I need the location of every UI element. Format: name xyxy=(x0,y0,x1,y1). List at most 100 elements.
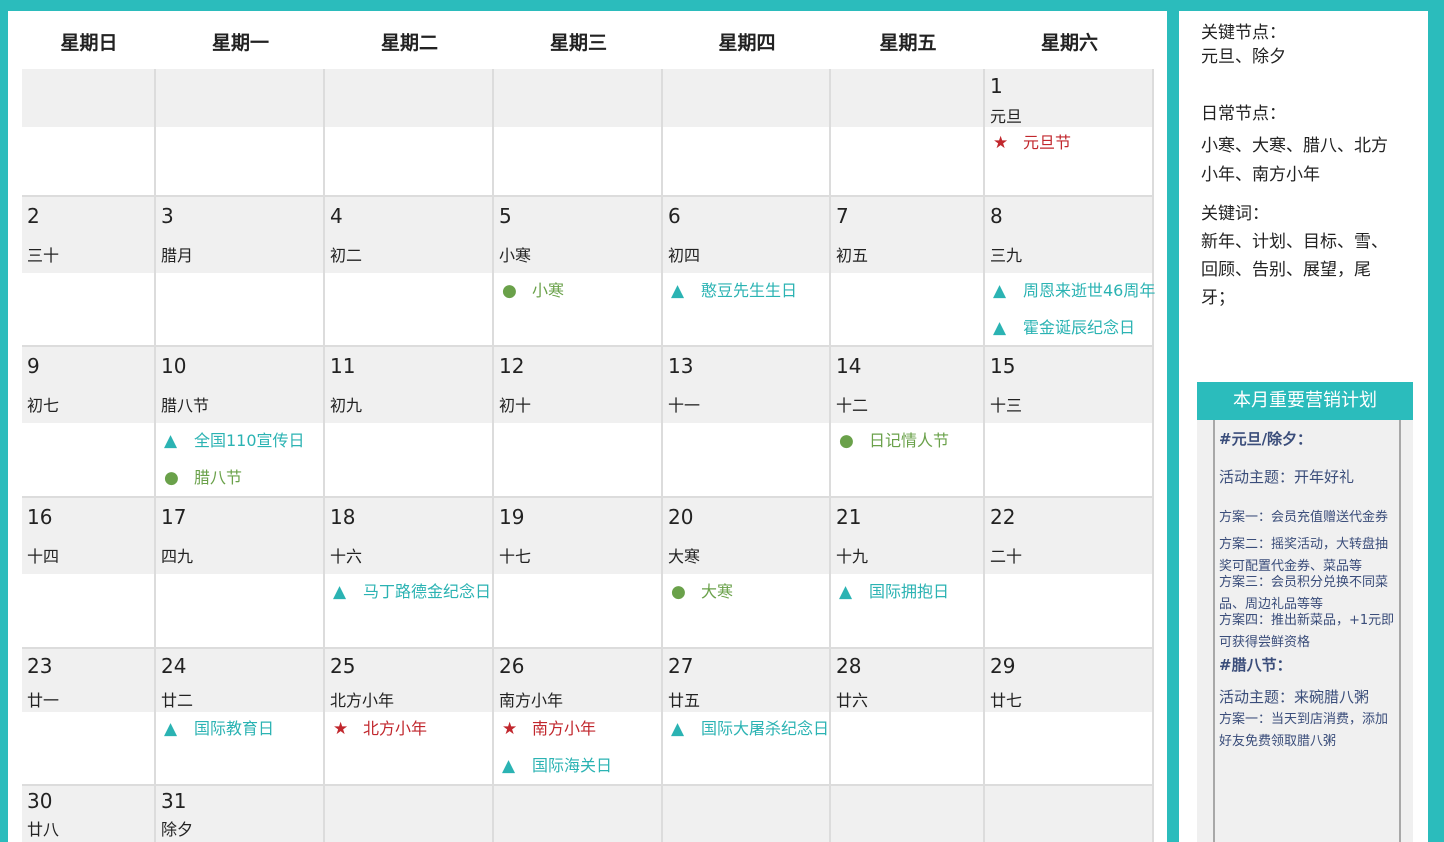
event-item[interactable]: ● 腊八节 xyxy=(164,468,242,488)
event-item[interactable]: ★ 南方小年 xyxy=(502,719,596,739)
calendar-day-cell[interactable]: 14 十二 ● 日记情人节 xyxy=(831,347,983,496)
day-number: 3 xyxy=(161,204,174,228)
calendar-day-cell[interactable]: 31 除夕 xyxy=(156,786,323,842)
calendar-day-cell[interactable]: 17 四九 xyxy=(156,498,323,647)
calendar-day-cell[interactable] xyxy=(494,69,661,195)
calendar-day-cell[interactable]: 10 腊八节 ▲ 全国110宣传日 ● 腊八节 xyxy=(156,347,323,496)
event-label: 国际海关日 xyxy=(532,756,613,775)
calendar-day-cell[interactable]: 4 初二 xyxy=(325,197,492,345)
calendar-day-cell[interactable]: 20 大寒 ● 大寒 xyxy=(663,498,829,647)
lunar-date: 十三 xyxy=(990,396,1023,415)
day-number: 8 xyxy=(990,204,1003,228)
event-item[interactable]: ★ 北方小年 xyxy=(333,719,427,739)
calendar-day-cell[interactable]: 18 十六 ▲ 马丁路德金纪念日 xyxy=(325,498,492,647)
calendar-day-cell[interactable]: 28 廿六 xyxy=(831,649,983,784)
event-item[interactable]: ▲ 国际大屠杀纪念日 xyxy=(671,719,829,739)
calendar-day-cell[interactable] xyxy=(325,786,492,842)
event-item[interactable]: ● 大寒 xyxy=(671,582,733,602)
calendar-day-cell[interactable] xyxy=(494,786,661,842)
calendar-day-cell[interactable]: 26 南方小年 ★ 南方小年 ▲ 国际海关日 xyxy=(494,649,661,784)
event-item[interactable]: ▲ 马丁路德金纪念日 xyxy=(333,582,491,602)
day-number: 7 xyxy=(836,204,849,228)
event-item[interactable]: ● 日记情人节 xyxy=(839,431,949,451)
circle-icon: ● xyxy=(164,468,179,488)
calendar-day-cell[interactable] xyxy=(22,69,154,195)
triangle-icon: ▲ xyxy=(333,582,347,602)
lunar-date: 腊月 xyxy=(161,246,194,265)
lunar-date: 十四 xyxy=(27,547,60,566)
event-label: 元旦节 xyxy=(1023,133,1072,152)
plan-heading-new-year: #元旦/除夕： xyxy=(1219,430,1313,448)
weekday-header-1: 星期一 xyxy=(211,32,269,54)
calendar-day-cell[interactable]: 23 廿一 xyxy=(22,649,154,784)
calendar-day-cell[interactable] xyxy=(831,786,983,842)
event-label: 马丁路德金纪念日 xyxy=(363,582,492,601)
event-item[interactable]: ▲ 全国110宣传日 xyxy=(164,431,305,451)
calendar-day-cell[interactable]: 15 十三 xyxy=(985,347,1152,496)
triangle-icon: ▲ xyxy=(164,719,178,739)
event-item[interactable]: ▲ 国际拥抱日 xyxy=(839,582,949,602)
calendar-day-cell[interactable]: 12 初十 xyxy=(494,347,661,496)
calendar-day-cell[interactable] xyxy=(831,69,983,195)
event-item[interactable]: ▲ 霍金诞辰纪念日 xyxy=(993,318,1135,338)
lunar-date: 初九 xyxy=(330,396,363,415)
calendar-day-cell[interactable] xyxy=(325,69,492,195)
triangle-icon: ▲ xyxy=(839,582,853,602)
calendar-day-cell[interactable]: 30 廿八 xyxy=(22,786,154,842)
day-number: 30 xyxy=(27,789,53,813)
calendar-day-cell[interactable]: 11 初九 xyxy=(325,347,492,496)
event-item[interactable]: ● 小寒 xyxy=(502,281,564,301)
day-number: 10 xyxy=(161,354,187,378)
lunar-date: 二十 xyxy=(990,547,1023,566)
lunar-date: 初五 xyxy=(836,246,869,265)
event-item[interactable]: ▲ 憨豆先生生日 xyxy=(671,281,797,301)
event-label: 大寒 xyxy=(701,582,734,601)
event-item[interactable]: ▲ 周恩来逝世46周年 xyxy=(993,281,1155,301)
calendar-day-cell[interactable]: 24 廿二 ▲ 国际教育日 xyxy=(156,649,323,784)
calendar-day-cell[interactable]: 2 三十 xyxy=(22,197,154,345)
event-item[interactable]: ▲ 国际教育日 xyxy=(164,719,274,739)
calendar-day-cell[interactable]: 25 北方小年 ★ 北方小年 xyxy=(325,649,492,784)
day-number: 9 xyxy=(27,354,40,378)
star-icon: ★ xyxy=(993,133,1009,153)
calendar-day-cell[interactable]: 6 初四 ▲ 憨豆先生生日 xyxy=(663,197,829,345)
calendar-day-cell[interactable]: 9 初七 xyxy=(22,347,154,496)
calendar-day-cell[interactable]: 13 十一 xyxy=(663,347,829,496)
calendar-day-cell[interactable]: 16 十四 xyxy=(22,498,154,647)
calendar-day-cell[interactable]: 7 初五 xyxy=(831,197,983,345)
triangle-icon: ▲ xyxy=(502,756,516,776)
calendar-day-cell[interactable]: 22 二十 xyxy=(985,498,1152,647)
plan-option-4a: 方案四：推出新菜品，+1元即 xyxy=(1219,613,1395,628)
lunar-date: 廿八 xyxy=(27,820,60,839)
circle-icon: ● xyxy=(839,431,854,451)
event-label: 霍金诞辰纪念日 xyxy=(1023,318,1136,337)
daily-nodes-line-1: 小寒、大寒、腊八、北方 xyxy=(1201,136,1388,156)
event-item[interactable]: ▲ 国际海关日 xyxy=(502,756,612,776)
lunar-date: 廿六 xyxy=(836,691,869,710)
calendar-day-cell[interactable] xyxy=(663,786,829,842)
calendar-day-cell[interactable]: 21 十九 ▲ 国际拥抱日 xyxy=(831,498,983,647)
plan-heading-laba: #腊八节： xyxy=(1219,656,1292,674)
keywords-line-1: 新年、计划、目标、雪、 xyxy=(1201,232,1388,252)
plan-option-1: 方案一：会员充值赠送代金券 xyxy=(1219,510,1389,525)
triangle-icon: ▲ xyxy=(671,281,685,301)
event-item[interactable]: ★ 元旦节 xyxy=(993,133,1071,153)
calendar-day-cell[interactable] xyxy=(663,69,829,195)
calendar-day-cell[interactable]: 19 十七 xyxy=(494,498,661,647)
calendar-day-cell[interactable]: 1 元旦 ★ 元旦节 xyxy=(985,69,1152,195)
day-number: 2 xyxy=(27,204,40,228)
lunar-date: 初十 xyxy=(499,396,532,415)
day-header-band xyxy=(831,786,983,842)
lunar-date: 小寒 xyxy=(499,246,532,265)
calendar-day-cell[interactable]: 27 廿五 ▲ 国际大屠杀纪念日 xyxy=(663,649,829,784)
lunar-date: 十六 xyxy=(330,547,363,566)
calendar-day-cell[interactable]: 5 小寒 ● 小寒 xyxy=(494,197,661,345)
calendar-day-cell[interactable] xyxy=(985,786,1152,842)
calendar-day-cell[interactable]: 29 廿七 xyxy=(985,649,1152,784)
day-header-band xyxy=(156,69,323,127)
calendar-day-cell[interactable] xyxy=(156,69,323,195)
calendar-day-cell[interactable]: 8 三九 ▲ 周恩来逝世46周年 ▲ 霍金诞辰纪念日 xyxy=(985,197,1155,345)
event-label: 全国110宣传日 xyxy=(194,431,305,450)
calendar-day-cell[interactable]: 3 腊月 xyxy=(156,197,323,345)
plan-theme-new-year: 活动主题：开年好礼 xyxy=(1219,468,1355,486)
